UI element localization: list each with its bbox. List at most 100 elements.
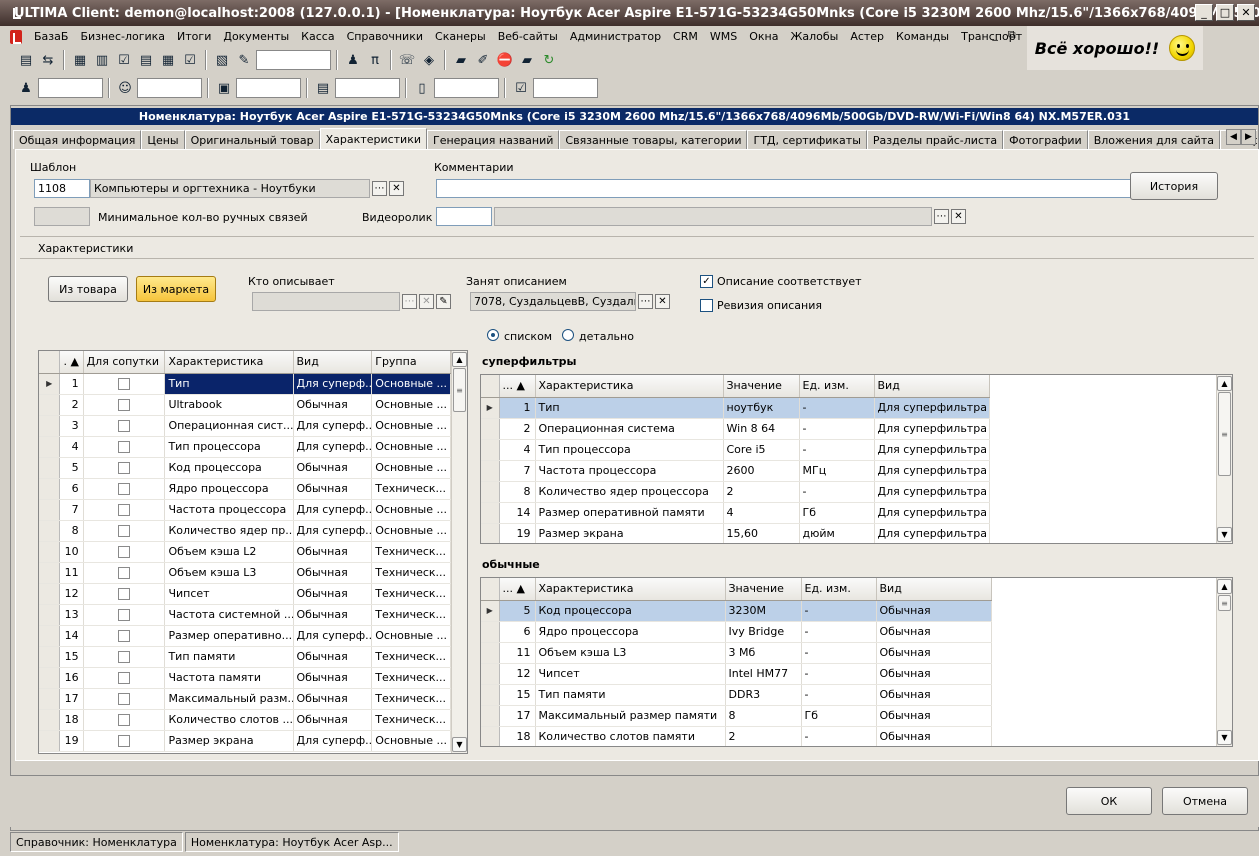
maximize-button[interactable]: □	[1216, 4, 1234, 21]
value-cell[interactable]: 8	[725, 705, 802, 727]
unit-cell[interactable]: -	[799, 397, 875, 419]
tab-item[interactable]: Оригинальный товар	[184, 130, 320, 149]
characteristic-cell[interactable]: Частота памяти	[164, 667, 294, 689]
doc-red-icon[interactable]: ▥	[92, 50, 112, 70]
table-row[interactable]: 15 Тип памяти Обычная Техническ...	[39, 646, 451, 668]
unit-cell[interactable]: Гб	[801, 705, 877, 727]
kind-cell[interactable]: Обычная	[876, 705, 992, 727]
kind-cell[interactable]: Для суперфильтра	[874, 418, 990, 440]
table-row[interactable]: 2 Операционная система Win 8 64- Для суперф…	[481, 418, 990, 440]
col-header-index[interactable]: ... ▲	[499, 375, 536, 398]
row-indicator[interactable]	[39, 604, 61, 626]
book-icon[interactable]: ▰	[451, 50, 471, 70]
col-header-index[interactable]: ... ▲	[499, 578, 536, 601]
table-row[interactable]: 15 Тип памяти DDR3- Обычная	[481, 684, 992, 706]
view-detail-radio[interactable]	[562, 329, 574, 341]
for-related-checkbox[interactable]	[118, 378, 131, 390]
menu-item[interactable]: Сканеры	[429, 30, 492, 43]
group-cell[interactable]: Основные ...	[371, 625, 451, 647]
contact-icon[interactable]: ☺	[115, 78, 135, 98]
refresh-icon[interactable]: ↻	[539, 50, 559, 70]
scroll-up-icon[interactable]: ▲	[452, 352, 467, 367]
pi-icon[interactable]: π	[365, 50, 385, 70]
unit-cell[interactable]: -	[801, 663, 877, 685]
row-indicator[interactable]	[481, 621, 500, 643]
kind-cell[interactable]: Для суперфильтра	[874, 439, 990, 461]
for-related-checkbox[interactable]	[118, 441, 131, 453]
kind-cell[interactable]: Обычная	[293, 541, 373, 563]
menu-item[interactable]: Команды	[890, 30, 955, 43]
value-cell[interactable]: DDR3	[725, 684, 802, 706]
left-grid-scrollbar[interactable]: ▲ ≡ ▼	[451, 351, 467, 753]
value-cell[interactable]: Ivy Bridge	[725, 621, 802, 643]
shield-icon[interactable]: ◈	[419, 50, 439, 70]
table-row[interactable]: 5 Код процессора Обычная Основные ...	[39, 457, 451, 479]
row-indicator[interactable]	[481, 502, 500, 524]
kind-cell[interactable]: Обычная	[876, 663, 992, 685]
unit-cell[interactable]: -	[801, 621, 877, 643]
table-row[interactable]: 6 Ядро процессора Ivy Bridge - Обычная	[481, 621, 992, 643]
who-select-button[interactable]: ⋯	[402, 294, 417, 309]
group-cell[interactable]: Техническ...	[371, 667, 451, 689]
row-indicator[interactable]	[481, 705, 500, 727]
scroll-down-icon[interactable]: ▼	[452, 737, 467, 752]
menu-item[interactable]: CRM	[667, 30, 704, 43]
menu-app-icon[interactable]	[10, 29, 22, 44]
characteristic-cell[interactable]: Ядро процессора	[535, 621, 726, 643]
telephone-icon[interactable]: ☏	[397, 50, 417, 70]
characteristic-cell[interactable]: Максимальный разм...	[164, 688, 294, 710]
value-cell[interactable]: 2	[723, 481, 800, 503]
menu-item[interactable]: Касса	[295, 30, 340, 43]
kind-cell[interactable]: Для суперфильтра	[874, 523, 990, 543]
group-cell[interactable]: Техническ...	[371, 478, 451, 500]
value-cell[interactable]: 3230M	[725, 600, 802, 622]
toolbar-field-checklist[interactable]	[533, 78, 598, 98]
characteristic-cell[interactable]: Объем кэша L3	[164, 562, 294, 584]
characteristic-cell[interactable]: Тип процессора	[164, 436, 294, 458]
table-row[interactable]: 3 Операционная сист... Для суперф... Основн…	[39, 415, 451, 437]
characteristic-cell[interactable]: Размер экрана	[164, 730, 294, 752]
unit-cell[interactable]: -	[799, 481, 875, 503]
toolbar-field-user[interactable]	[38, 78, 103, 98]
unit-cell[interactable]: -	[801, 684, 877, 706]
characteristic-cell[interactable]: Код процессора	[535, 600, 726, 622]
mdi-restore-icon[interactable]: ⧉	[1008, 28, 1016, 42]
row-indicator[interactable]	[481, 418, 500, 440]
for-related-checkbox[interactable]	[118, 567, 131, 579]
tab-item[interactable]: Характеристики	[319, 128, 427, 149]
group-cell[interactable]: Основные ...	[371, 499, 451, 521]
row-indicator[interactable]	[481, 523, 500, 543]
for-related-checkbox[interactable]	[118, 693, 131, 705]
for-related-checkbox[interactable]	[118, 525, 131, 537]
unit-cell[interactable]: дюйм	[799, 523, 875, 543]
for-related-checkbox[interactable]	[118, 462, 131, 474]
kind-cell[interactable]: Обычная	[293, 394, 373, 416]
for-related-checkbox[interactable]	[118, 630, 131, 642]
kind-cell[interactable]: Обычная	[293, 688, 373, 710]
menu-item[interactable]: БазаБ	[28, 30, 74, 43]
minimize-button[interactable]: _	[1195, 4, 1213, 21]
table-row[interactable]: 6 Ядро процессора Обычная Техническ...	[39, 478, 451, 500]
kind-cell[interactable]: Обычная	[293, 667, 373, 689]
mdi-minimize-icon[interactable]: _	[992, 28, 998, 42]
for-related-checkbox[interactable]	[118, 714, 131, 726]
characteristic-cell[interactable]: Операционная система	[535, 418, 724, 440]
group-cell[interactable]: Основные ...	[371, 394, 451, 416]
scroll-up-icon[interactable]: ▲	[1217, 376, 1232, 391]
tab-item[interactable]: Разделы прайс-листа	[866, 130, 1004, 149]
value-cell[interactable]: 2	[725, 726, 802, 746]
table-row[interactable]: ▶ 1 Тип ноутбук - Для суперфильтра	[481, 397, 990, 419]
group-cell[interactable]: Основные ...	[371, 457, 451, 479]
tab-scroll-left-icon[interactable]: ◀	[1226, 129, 1241, 145]
characteristic-cell[interactable]: Ultrabook	[164, 394, 294, 416]
table-row[interactable]: 17 Максимальный размер памяти 8 Гб Обычная	[481, 705, 992, 727]
table-row[interactable]: 12 Чипсет Intel HM77- Обычная	[481, 663, 992, 685]
row-indicator[interactable]: ▶	[39, 373, 61, 395]
group-cell[interactable]: Основные ...	[371, 730, 451, 752]
scroll-thumb[interactable]: ≡	[1218, 392, 1231, 476]
table-row[interactable]: 2 Ultrabook Обычная Основные ...	[39, 394, 451, 416]
kind-cell[interactable]: Обычная	[293, 646, 373, 668]
spy-icon[interactable]: ♟	[343, 50, 363, 70]
characteristic-cell[interactable]: Чипсет	[164, 583, 294, 605]
menu-item[interactable]: Астер	[844, 30, 890, 43]
